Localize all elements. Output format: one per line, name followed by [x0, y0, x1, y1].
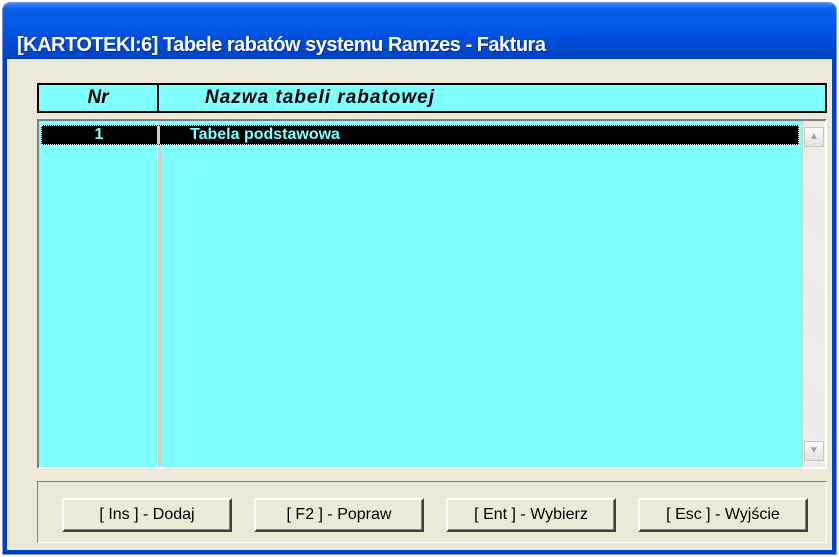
- window-title: [KARTOTEKI:6] Tabele rabatów systemu Ram…: [17, 34, 546, 56]
- table-row[interactable]: 1 Tabela podstawowa: [41, 125, 799, 145]
- column-header-nr: Nr: [39, 85, 159, 111]
- scroll-down-icon[interactable]: ▼: [804, 441, 824, 461]
- exit-button[interactable]: [ Esc ] - Wyjście: [638, 498, 808, 532]
- column-divider: [157, 121, 161, 467]
- scroll-up-icon[interactable]: ▲: [804, 127, 824, 147]
- add-button[interactable]: [ Ins ] - Dodaj: [62, 498, 232, 532]
- discount-table-list[interactable]: 1 Tabela podstawowa ▲ ▼: [37, 119, 827, 469]
- row-nr-cell: 1: [94, 126, 104, 143]
- window-content: Nr Nazwa tabeli rabatowej 1 Tabela podst…: [3, 59, 836, 554]
- button-bar: [ Ins ] - Dodaj [ F2 ] - Popraw [ Ent ] …: [37, 481, 827, 543]
- app-window: [KARTOTEKI:6] Tabele rabatów systemu Ram…: [2, 2, 837, 555]
- select-button[interactable]: [ Ent ] - Wybierz: [446, 498, 616, 532]
- row-column-divider: [157, 126, 160, 144]
- title-bar[interactable]: [KARTOTEKI:6] Tabele rabatów systemu Ram…: [3, 3, 836, 59]
- vertical-scrollbar[interactable]: ▲ ▼: [802, 121, 825, 467]
- row-name-cell: Tabela podstawowa: [190, 126, 340, 143]
- table-header: Nr Nazwa tabeli rabatowej: [37, 83, 827, 113]
- edit-button[interactable]: [ F2 ] - Popraw: [254, 498, 424, 532]
- column-header-name: Nazwa tabeli rabatowej: [205, 87, 436, 108]
